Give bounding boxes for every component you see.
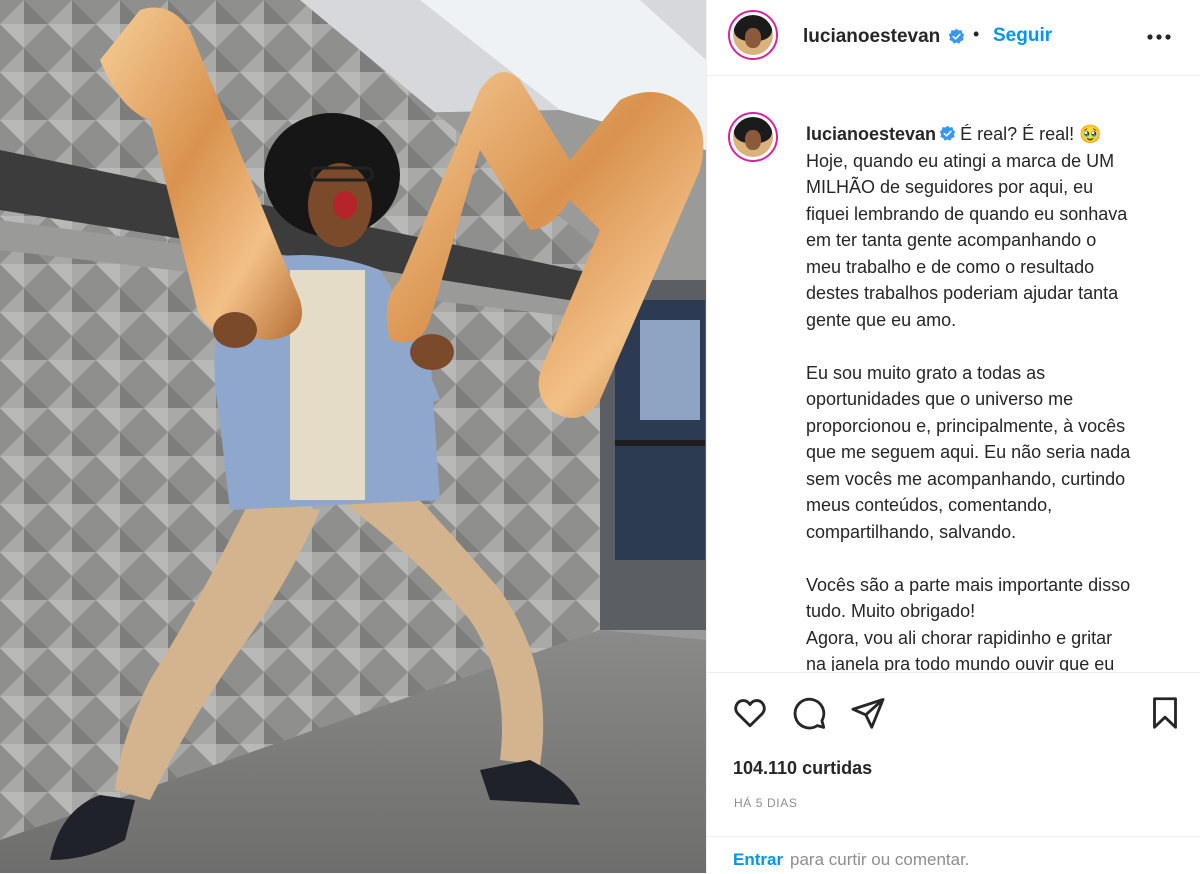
caption-avatar[interactable] <box>728 112 778 162</box>
verified-badge-icon <box>948 28 965 44</box>
comment-icon[interactable] <box>791 695 827 731</box>
post-timestamp[interactable]: HÁ 5 DIAS <box>734 796 797 810</box>
verified-badge-icon <box>939 125 956 141</box>
post-actions: 104.110 curtidas HÁ 5 DIAS Entrar para c… <box>707 672 1200 873</box>
caption-line: compartilhando, salvando. <box>806 521 1017 542</box>
caption-area: lucianoestevan É real? É real! 🥹 Hoje, qu… <box>707 77 1200 671</box>
username-link[interactable]: lucianoestevan <box>803 26 940 48</box>
caption-line: Vocês são a parte mais importante disso <box>806 574 1131 595</box>
caption-line: que me seguem aqui. Eu não seria nada <box>806 442 1131 462</box>
caption-line: gente que eu amo. <box>806 309 957 330</box>
bookmark-icon[interactable] <box>1147 695 1183 731</box>
likes-count[interactable]: 104.110 curtidas <box>733 758 872 779</box>
heart-icon[interactable] <box>732 695 768 731</box>
caption-line: na janela pra todo mundo ouvir que eu <box>806 654 1115 671</box>
caption-line: meus conteúdos, comentando, <box>806 495 1053 515</box>
caption-username-link[interactable]: lucianoestevan <box>806 124 936 144</box>
caption-line: tudo. Muito obrigado! <box>806 601 976 621</box>
login-prompt: Entrar para curtir ou comentar. <box>707 836 1200 874</box>
caption-first-line: lucianoestevan É real? É real! 🥹 <box>806 121 1191 148</box>
caption-line: MILHÃO de seguidores por aqui, eu <box>806 177 1094 197</box>
caption-text: lucianoestevan É real? É real! 🥹 Hoje, qu… <box>806 121 1191 671</box>
caption-line: Agora, vou ali chorar rapidinho e gritar <box>806 627 1113 648</box>
login-link[interactable]: Entrar <box>733 850 783 870</box>
follow-button[interactable]: Seguir <box>993 25 1052 47</box>
caption-line: meu trabalho e de como o resultado <box>806 256 1095 277</box>
caption-line: Hoje, quando eu atingi a marca de UM <box>806 150 1115 171</box>
caption-paragraph-gap <box>806 545 1191 572</box>
post-photo[interactable] <box>0 0 706 873</box>
caption-paragraph-gap <box>806 333 1191 360</box>
avatar[interactable] <box>728 10 778 60</box>
post-sidebar: lucianoestevan • Seguir lucianoestevan É … <box>706 0 1200 873</box>
login-prompt-text: para curtir ou comentar. <box>790 850 970 869</box>
send-icon[interactable] <box>850 695 886 731</box>
more-options-icon[interactable] <box>1145 26 1173 48</box>
separator-dot: • <box>973 24 980 44</box>
post-photo-illustration <box>0 0 706 873</box>
post-header: lucianoestevan • Seguir <box>707 0 1200 76</box>
caption-line: Eu sou muito grato a todas as <box>806 362 1046 383</box>
caption-line: oportunidades que o universo me <box>806 389 1074 409</box>
caption-line: sem vocês me acompanhando, curtindo <box>806 468 1126 489</box>
caption-line: fiquei lembrando de quando eu sonhava <box>806 203 1128 224</box>
caption-line: destes trabalhos poderiam ajudar tanta <box>806 283 1119 303</box>
caption-line: É real? É real! 🥹 <box>960 124 1102 144</box>
caption-line: proporcionou e, principalmente, à vocês <box>806 415 1126 436</box>
caption-line: em ter tanta gente acompanhando o <box>806 230 1097 250</box>
